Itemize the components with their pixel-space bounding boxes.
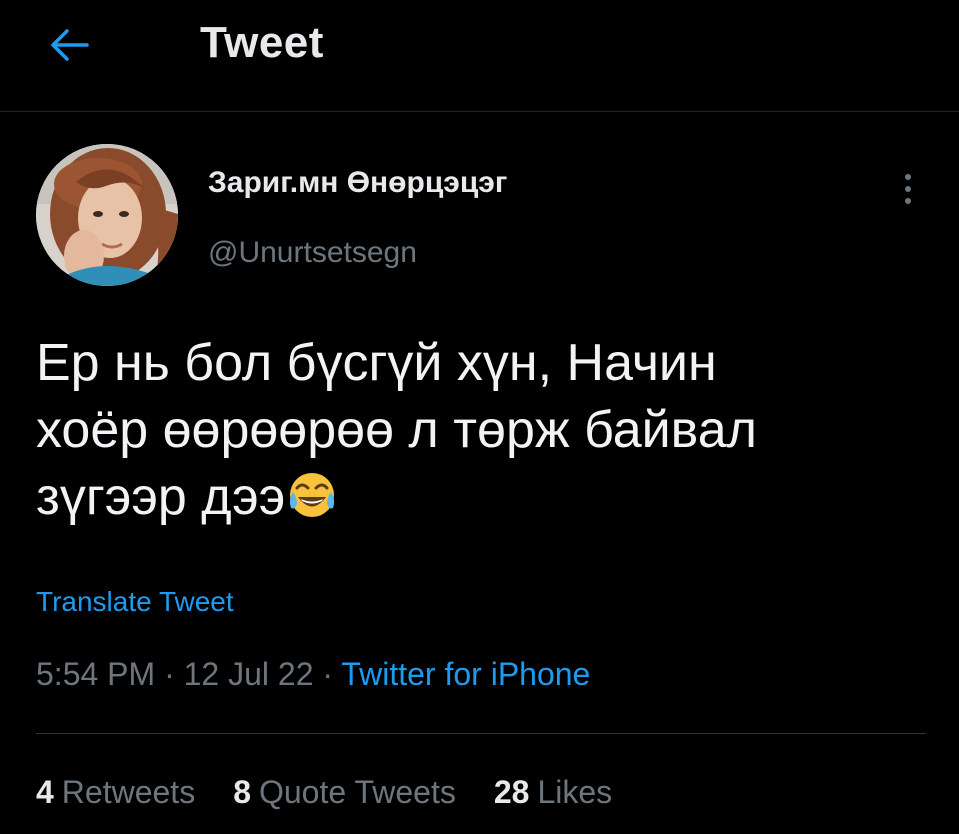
page-title: Tweet xyxy=(200,18,324,67)
vertical-ellipsis-dot xyxy=(905,186,911,192)
profile-photo xyxy=(36,144,178,286)
tweet-source-link[interactable]: Twitter for iPhone xyxy=(341,656,590,692)
retweets-count: 4 xyxy=(36,774,54,810)
tweet-stats: 4 Retweets 8 Quote Tweets 28 Likes xyxy=(36,774,612,811)
tweet-text: Ер нь бол бүсгүй хүн, Начин хоёр өөрөөрө… xyxy=(36,330,916,537)
retweets-label: Retweets xyxy=(61,774,196,810)
tweet-line: Ер нь бол бүсгүй хүн, Начин xyxy=(36,334,717,392)
tweet-line-last: зүгээр дээ xyxy=(36,464,916,537)
face-with-tears-of-joy-icon xyxy=(287,470,337,537)
divider xyxy=(36,733,926,734)
author-handle[interactable]: @Unurtsetsegn xyxy=(208,236,417,270)
quote-tweets-stat[interactable]: 8 Quote Tweets xyxy=(233,774,456,811)
author-display-name[interactable]: Зариг.мн Өнөрцэцэг xyxy=(208,166,507,200)
top-bar: Tweet xyxy=(0,0,959,112)
more-options-button[interactable] xyxy=(888,166,928,212)
retweets-stat[interactable]: 4 Retweets xyxy=(36,774,195,811)
likes-stat[interactable]: 28 Likes xyxy=(494,774,612,811)
quote-tweets-label: Quote Tweets xyxy=(258,774,456,810)
tweet-line-text: зүгээр дээ xyxy=(36,468,286,526)
vertical-ellipsis-icon xyxy=(905,174,911,180)
likes-count: 28 xyxy=(493,774,530,810)
tweet-time[interactable]: 5:54 PM xyxy=(36,656,155,692)
arrow-left-icon xyxy=(51,29,89,61)
tweet-line: хоёр өөрөөрөө л төрж байвал xyxy=(36,401,757,459)
back-button[interactable] xyxy=(44,20,94,70)
tweet-date[interactable]: 12 Jul 22 xyxy=(184,656,314,692)
translate-tweet-link[interactable]: Translate Tweet xyxy=(36,586,234,618)
quote-tweets-count: 8 xyxy=(233,774,251,810)
meta-separator: · xyxy=(313,656,342,692)
meta-separator: · xyxy=(155,656,184,692)
likes-label: Likes xyxy=(537,774,613,810)
vertical-ellipsis-dot xyxy=(905,198,911,204)
tweet-meta: 5:54 PM · 12 Jul 22 · Twitter for iPhone xyxy=(36,656,590,693)
avatar[interactable] xyxy=(36,144,178,286)
